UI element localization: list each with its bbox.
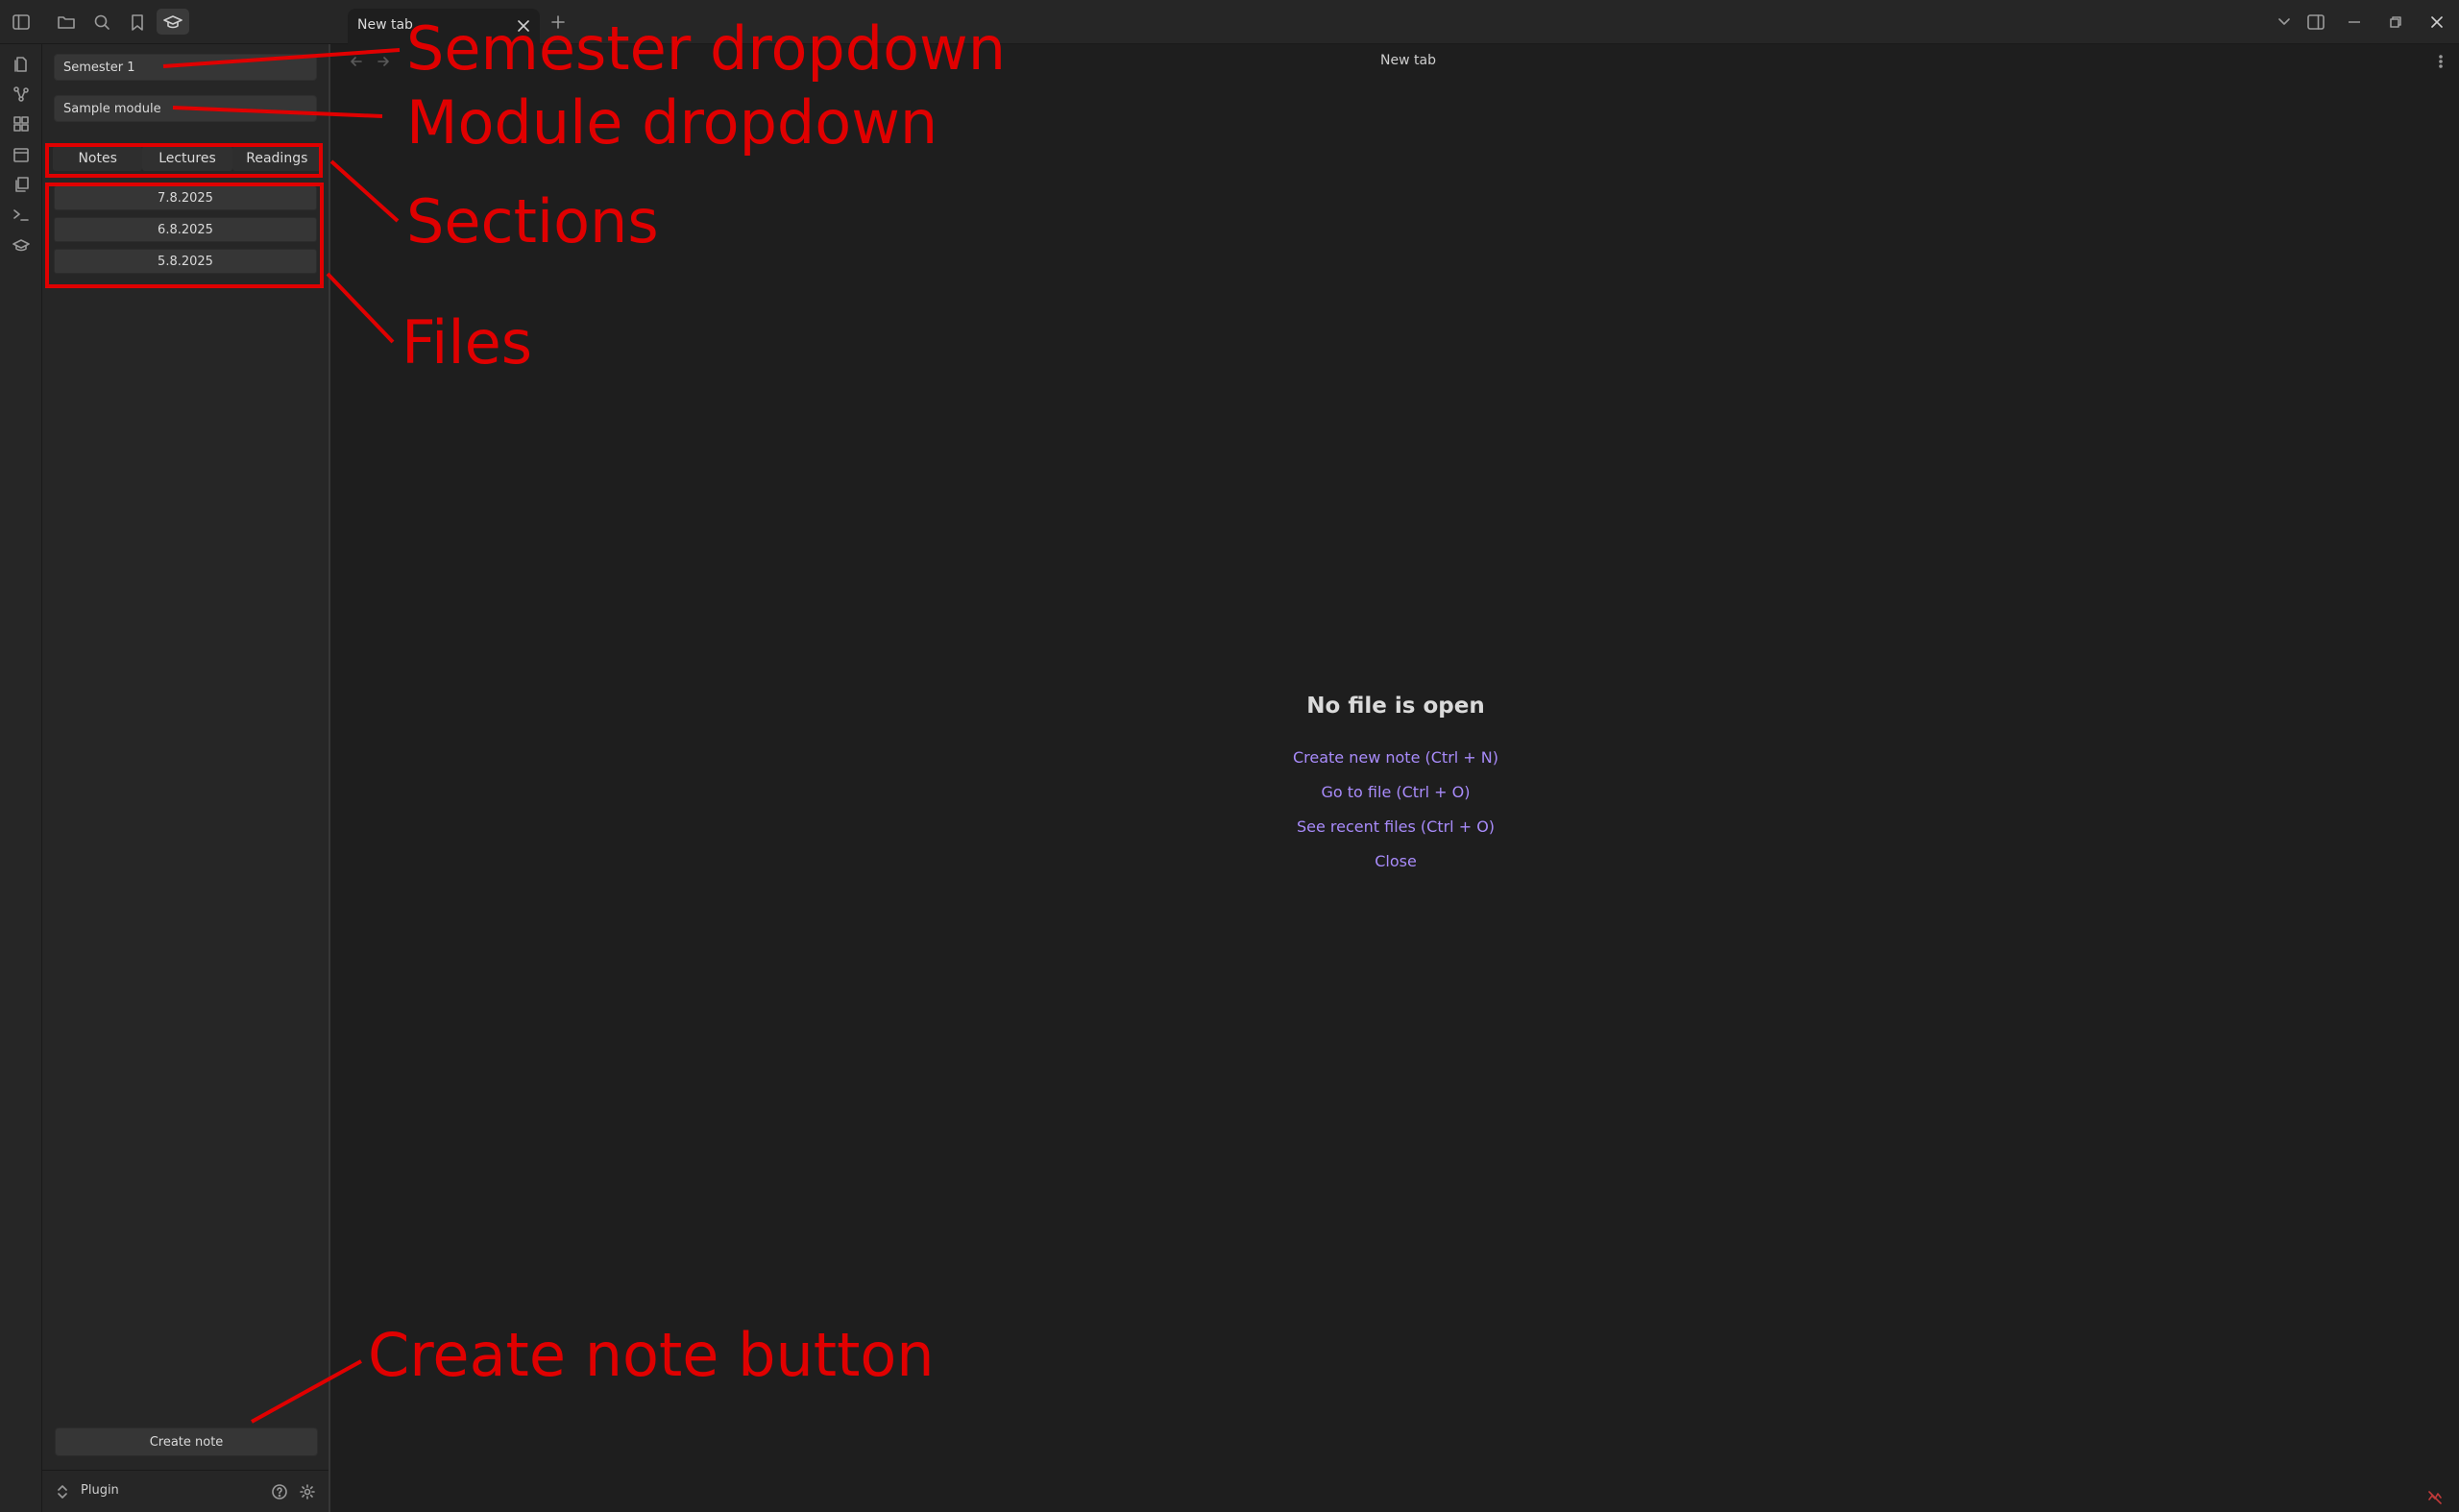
- annotation-create-note-button: Create note button: [368, 1320, 935, 1390]
- annotation-semester-dropdown: Semester dropdown: [406, 13, 1007, 84]
- annotation-pointer-lines: [162, 48, 401, 1424]
- annotation-files: Files: [402, 307, 533, 378]
- annotation-sections: Sections: [406, 186, 659, 256]
- app-window: New tab Semester 1 Sample module Notes L…: [0, 0, 2459, 1512]
- annotation-module-dropdown: Module dropdown: [406, 87, 938, 158]
